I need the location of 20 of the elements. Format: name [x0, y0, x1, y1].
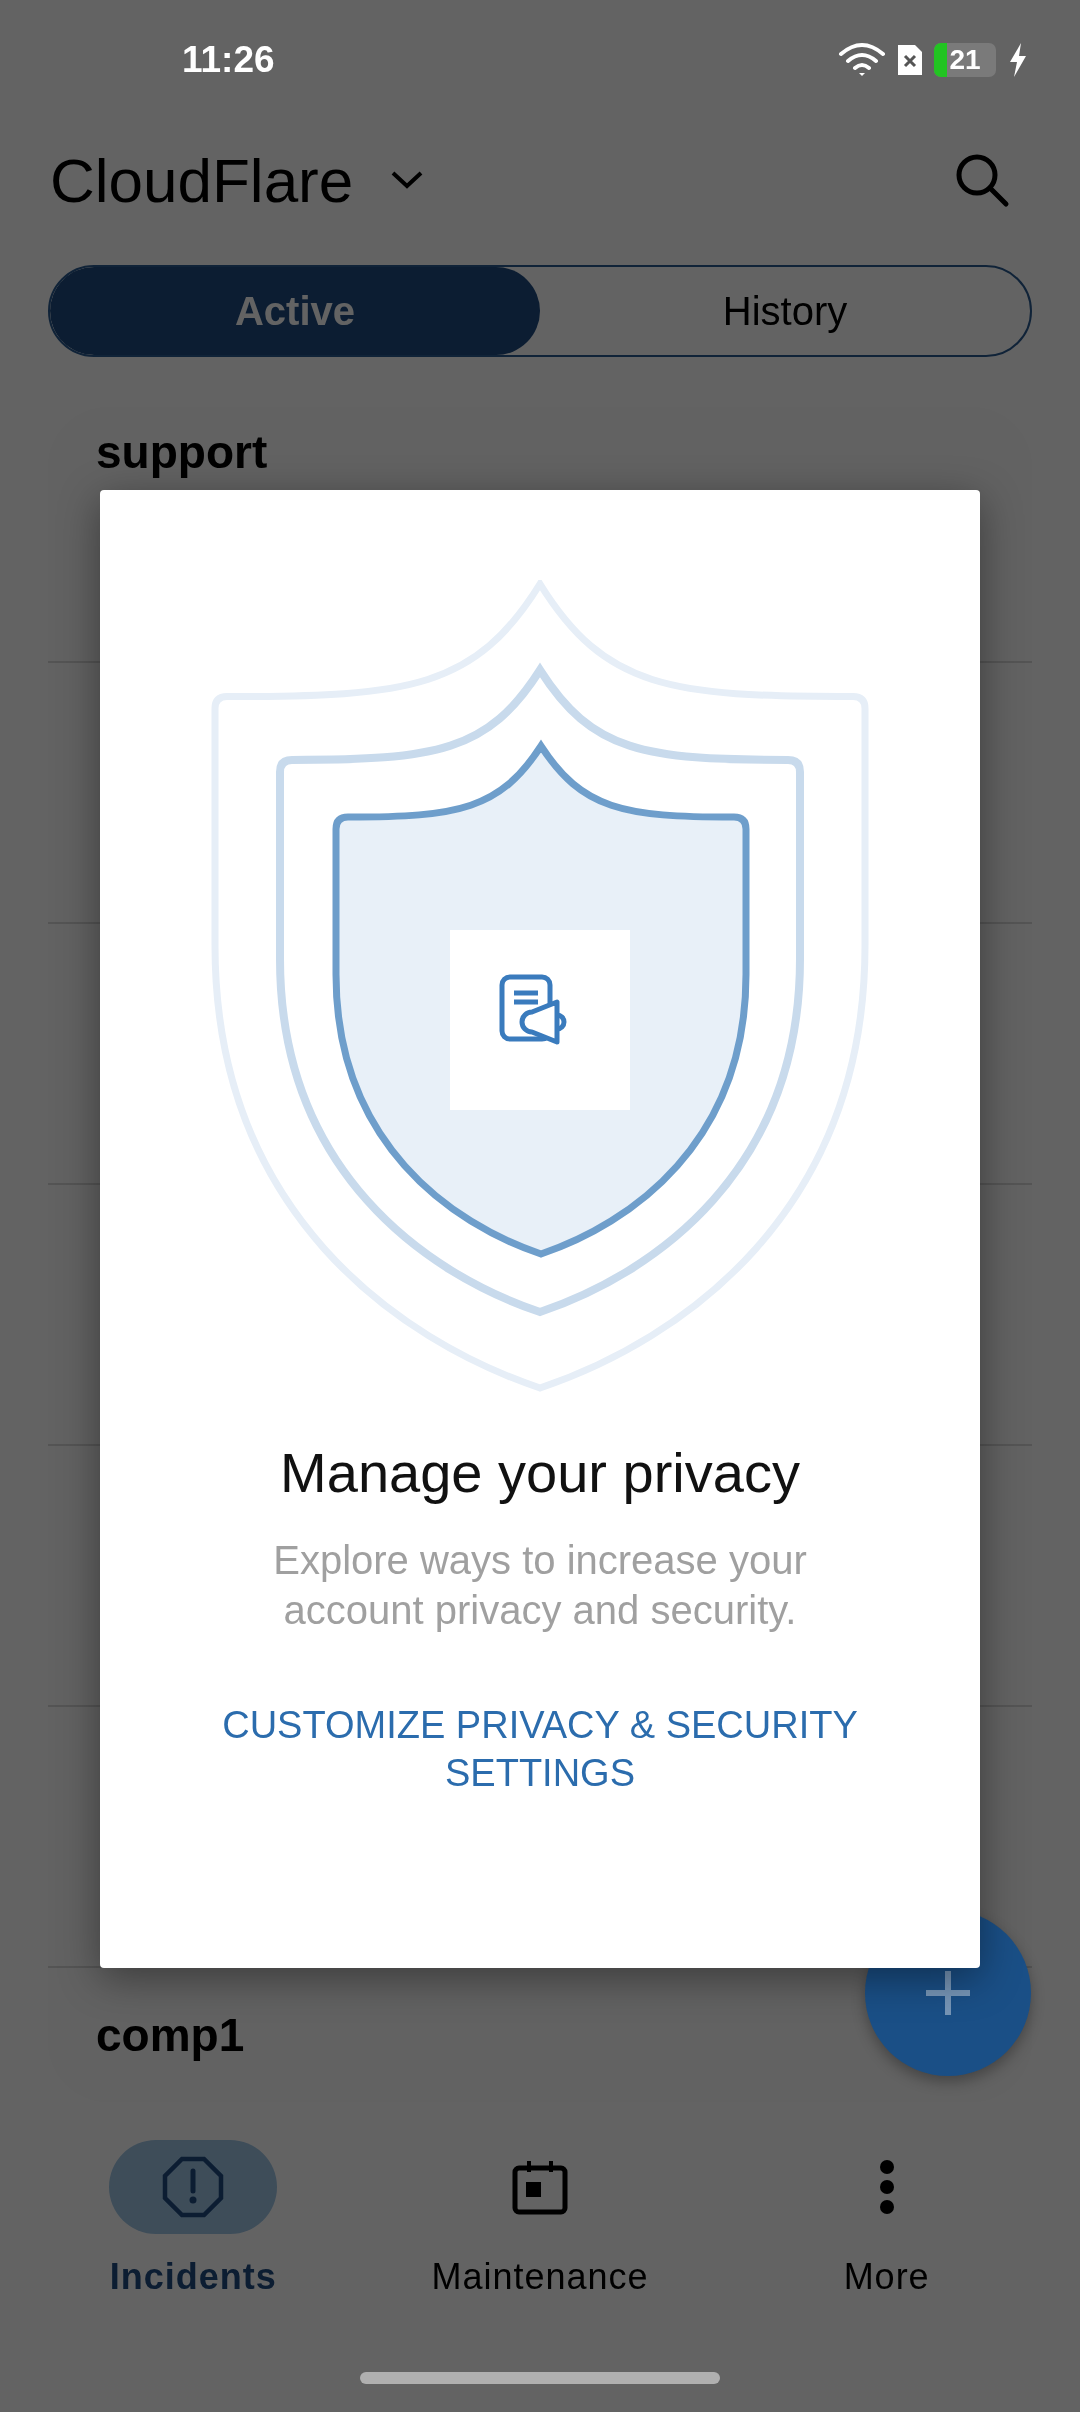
charging-bolt-icon — [1008, 42, 1028, 78]
account-title[interactable]: CloudFlare — [50, 144, 354, 216]
list-item-title[interactable]: support — [96, 425, 268, 479]
customize-settings-link[interactable]: CUSTOMIZE PRIVACY & SECURITY SETTINGS — [180, 1701, 900, 1797]
battery-indicator: 21 — [934, 43, 996, 77]
nav-tab[interactable]: Maintenance — [390, 2140, 690, 2298]
tab[interactable]: History — [540, 267, 1030, 355]
dialog-message: Explore ways to increase your account privacy and security. — [272, 1537, 808, 1634]
wifi-icon — [838, 42, 886, 78]
plus-icon — [926, 1971, 970, 2015]
more-vertical-icon — [878, 2159, 895, 2215]
status-time: 11:26 — [182, 39, 275, 81]
calendar-icon — [512, 2159, 568, 2215]
nav-tab[interactable]: Incidents — [43, 2140, 344, 2298]
list-item-title[interactable]: comp1 — [96, 2008, 245, 2062]
alert-octagon-icon — [161, 2155, 226, 2219]
sim-card-icon — [898, 45, 922, 75]
dialog-title: Manage your privacy — [280, 1440, 800, 1505]
tab[interactable]: Active — [50, 267, 540, 355]
nav-tab[interactable]: More — [736, 2140, 1037, 2298]
